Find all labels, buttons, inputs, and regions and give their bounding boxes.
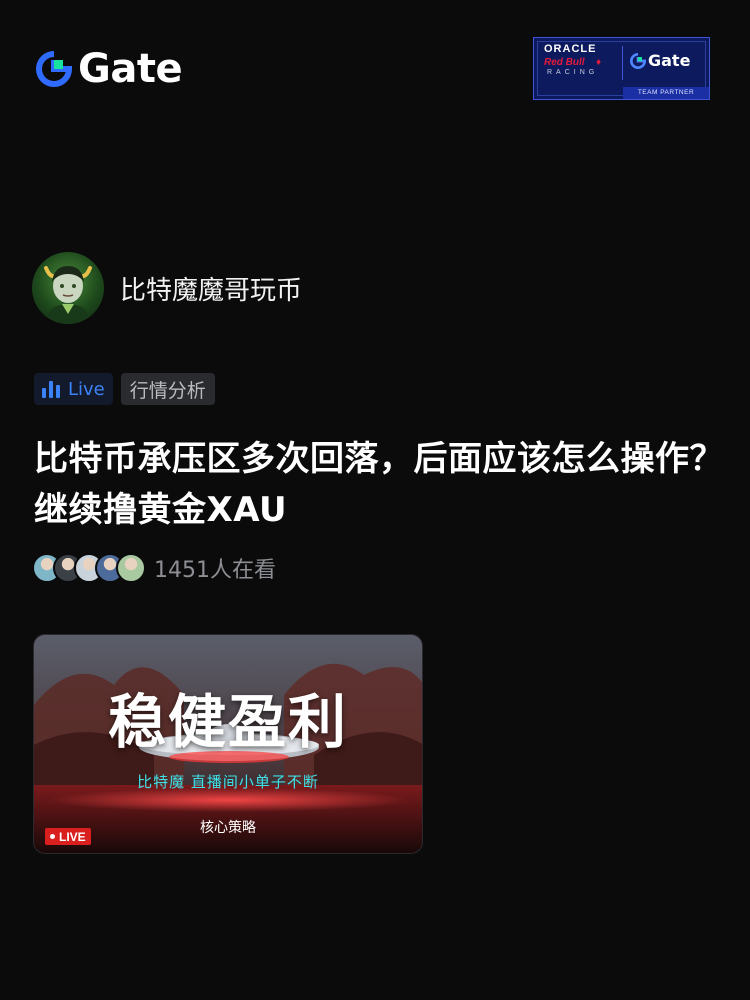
thumbnail-headline: 稳健盈利 — [107, 688, 348, 756]
gate-logo-icon — [36, 51, 72, 87]
author-row[interactable]: 比特魔魔哥玩币 — [32, 252, 302, 324]
viewer-count: 1451人在看 — [154, 558, 276, 583]
live-tag[interactable]: Live — [34, 373, 113, 405]
live-tag-label: Live — [68, 378, 105, 400]
viewer-avatar — [116, 553, 146, 583]
live-bars-icon — [42, 380, 60, 398]
badge-gate-text: Gate — [648, 51, 691, 70]
live-dot-icon — [50, 834, 55, 839]
author-avatar[interactable] — [32, 252, 104, 324]
team-partner-label: TEAM PARTNER — [623, 87, 709, 99]
gate-logo-icon — [630, 52, 646, 69]
live-badge-label: LIVE — [59, 829, 86, 844]
post-title[interactable]: 比特币承压区多次回落，后面应该怎么操作？继续撸黄金XAU — [34, 434, 724, 536]
badge-gate-logo: Gate — [630, 51, 690, 70]
team-partner-badge: ORACLE Red Bull ♦ RACING Gate TEAM PARTN… — [533, 37, 710, 100]
avatar-icon — [44, 266, 92, 324]
thumbnail-strategy: 核心策略 — [200, 820, 256, 836]
viewer-avatars — [32, 553, 146, 583]
brand-name: Gate — [78, 46, 183, 92]
post-tags: Live 行情分析 — [34, 373, 215, 405]
gate-brand-logo[interactable]: Gate — [36, 46, 183, 92]
live-stream-thumbnail[interactable]: 稳健盈利 比特魔 直播间小单子不断 核心策略 LIVE — [33, 634, 423, 854]
racing-text: RACING — [547, 69, 599, 76]
author-name[interactable]: 比特魔魔哥玩币 — [120, 270, 302, 307]
viewers-row: 1451人在看 — [32, 552, 276, 584]
category-tag[interactable]: 行情分析 — [120, 373, 215, 405]
bulls-icon: ♦ — [596, 57, 602, 68]
redbull-text: Red Bull — [544, 57, 585, 68]
oracle-text: ORACLE — [544, 43, 597, 55]
badge-divider — [622, 46, 623, 80]
thumbnail-subtitle: 比特魔 直播间小单子不断 — [137, 773, 319, 791]
live-badge: LIVE — [45, 828, 91, 845]
